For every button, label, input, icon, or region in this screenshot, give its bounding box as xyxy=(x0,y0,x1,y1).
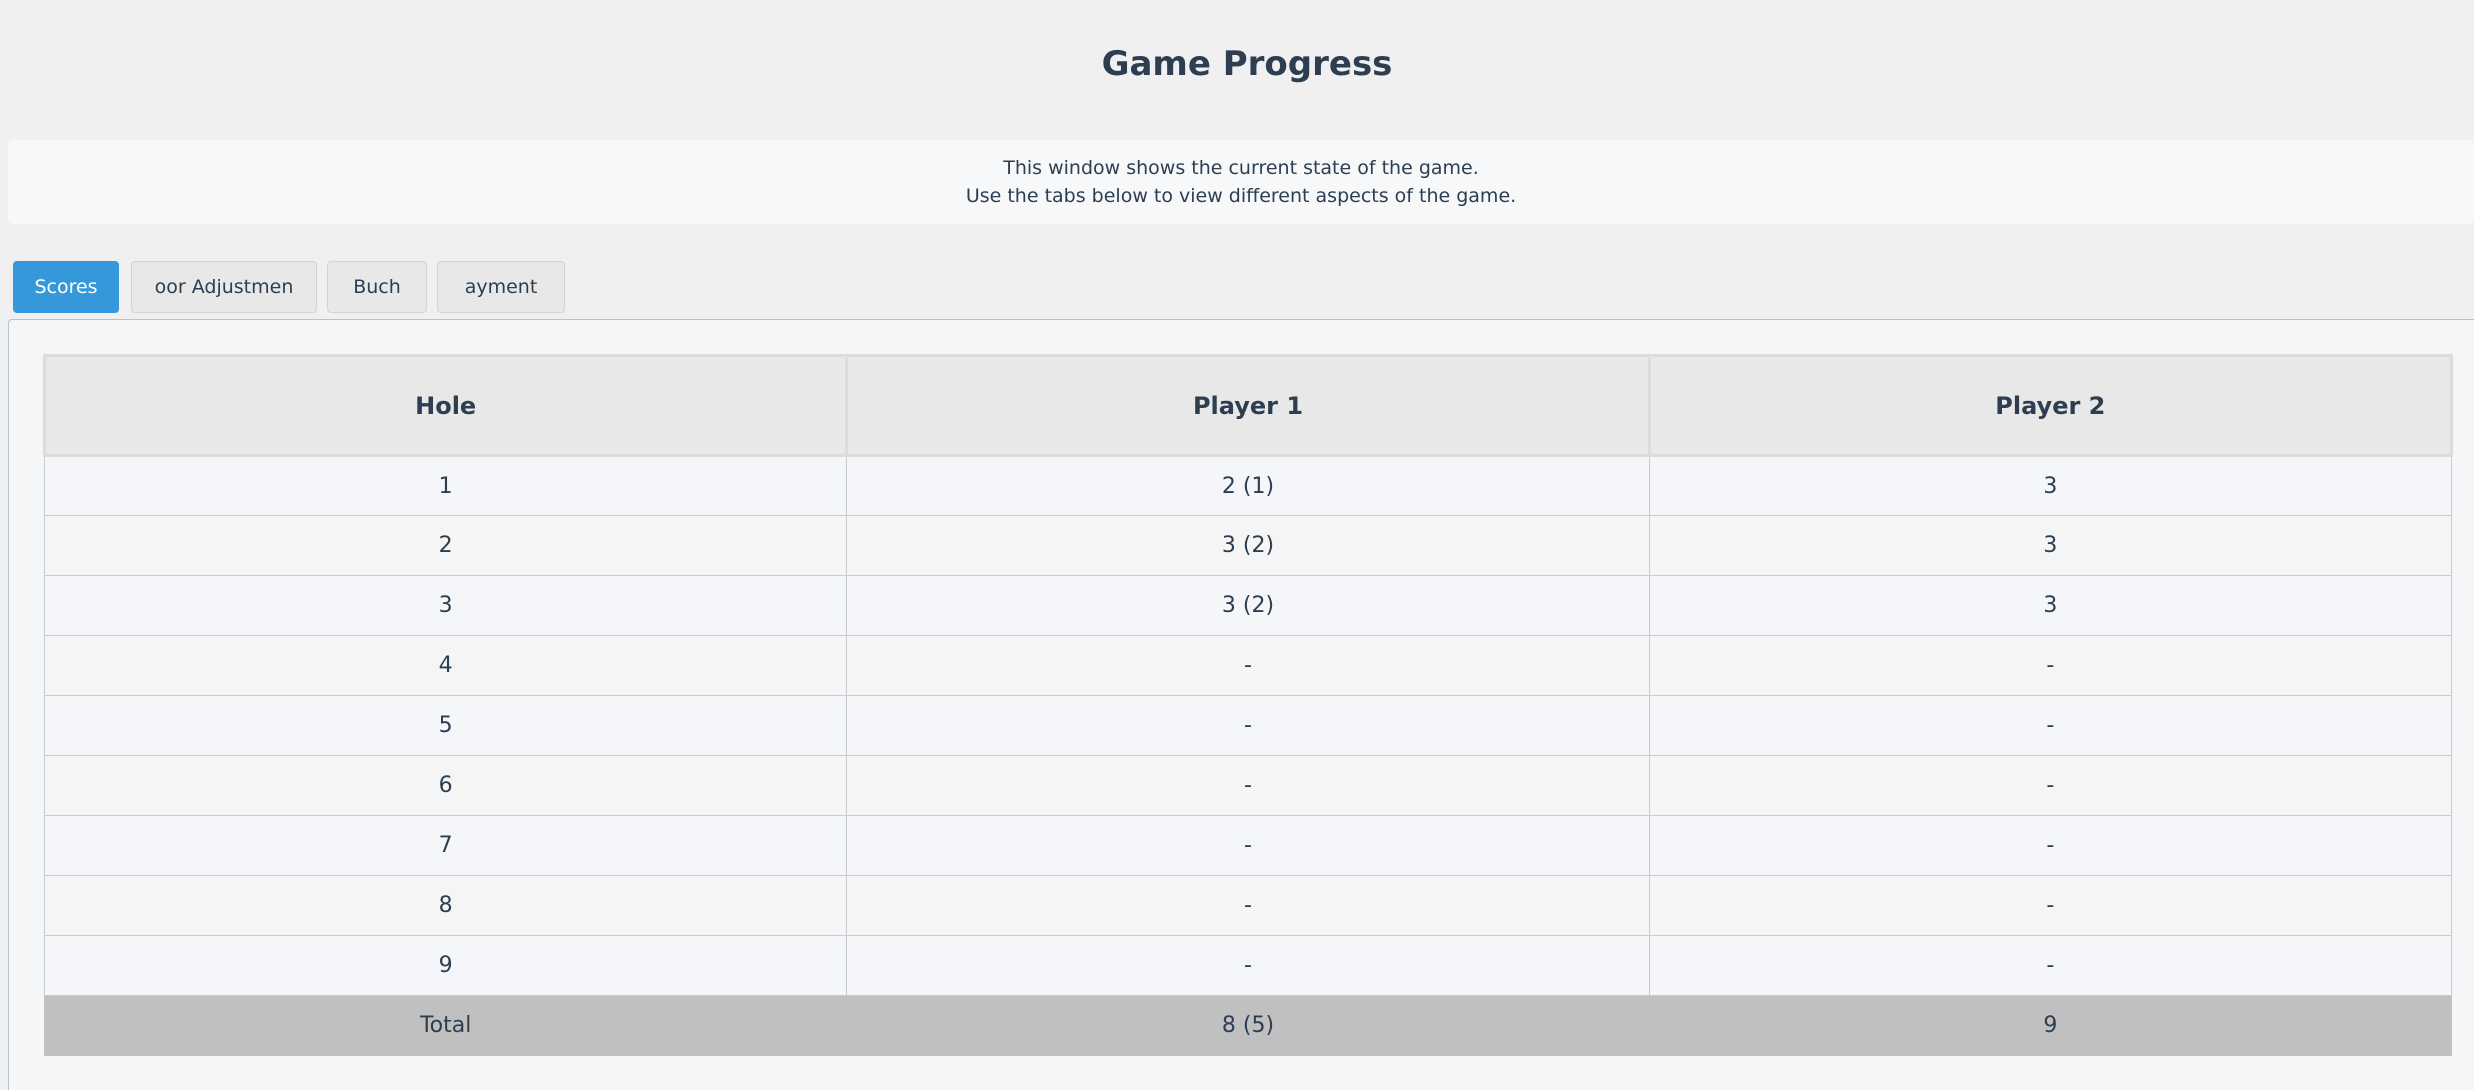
info-box: This window shows the current state of t… xyxy=(8,140,2474,224)
player-1-cell: 2 (1) xyxy=(846,455,1650,516)
table-row: 8 - - xyxy=(43,875,2453,936)
scores-panel: Hole Player 1 Player 2 1 2 (1) 3 2 3 (2)… xyxy=(8,319,2474,1090)
column-header-player-2: Player 2 xyxy=(1647,354,2454,457)
player-2-cell: - xyxy=(1648,815,2453,876)
hole-cell: 2 xyxy=(43,515,848,576)
hole-cell: 7 xyxy=(43,815,848,876)
player-2-cell: - xyxy=(1648,755,2453,816)
tab-label: Scores xyxy=(34,276,98,298)
player-2-cell: 3 xyxy=(1648,455,2453,516)
hole-cell: 8 xyxy=(43,875,848,936)
tab-scores[interactable]: Scores xyxy=(13,261,119,313)
table-row: 4 - - xyxy=(43,635,2453,696)
table-row: 9 - - xyxy=(43,935,2453,996)
info-line: Use the tabs below to view different asp… xyxy=(965,185,1517,207)
table-row: 7 - - xyxy=(43,815,2453,876)
scores-table: Hole Player 1 Player 2 1 2 (1) 3 2 3 (2)… xyxy=(42,354,2454,1056)
hole-cell: 1 xyxy=(43,455,848,516)
column-header-player-1: Player 1 xyxy=(845,354,1651,457)
table-row: 1 2 (1) 3 xyxy=(43,455,2453,516)
table-header-row: Hole Player 1 Player 2 xyxy=(42,354,2454,457)
info-line: This window shows the current state of t… xyxy=(1003,157,1479,179)
player-1-cell: - xyxy=(846,695,1650,756)
player-1-cell: 3 (2) xyxy=(846,515,1650,576)
player-2-cell: - xyxy=(1648,635,2453,696)
table-row: 6 - - xyxy=(43,755,2453,816)
table-row: 3 3 (2) 3 xyxy=(43,575,2453,636)
hole-cell: 3 xyxy=(43,575,848,636)
column-header-hole: Hole xyxy=(42,354,849,457)
hole-cell: 9 xyxy=(43,935,848,996)
player-1-cell: - xyxy=(846,635,1650,696)
hole-cell: 5 xyxy=(43,695,848,756)
hole-cell: 6 xyxy=(43,755,848,816)
player-1-cell: - xyxy=(846,815,1650,876)
page-title: Game Progress xyxy=(1101,44,1393,84)
player-2-cell: 3 xyxy=(1648,515,2453,576)
total-row: Total 8 (5) 9 xyxy=(43,995,2453,1056)
hole-cell: 4 xyxy=(43,635,848,696)
tab-buch[interactable]: Buch xyxy=(327,261,427,313)
table-row: 5 - - xyxy=(43,695,2453,756)
player-2-cell: - xyxy=(1648,875,2453,936)
tab-payment[interactable]: ayment xyxy=(437,261,565,313)
player-1-cell: - xyxy=(846,935,1650,996)
player-2-cell: 3 xyxy=(1648,575,2453,636)
tab-label: ayment xyxy=(464,276,538,298)
player-1-cell: 3 (2) xyxy=(846,575,1650,636)
player-2-total: 9 xyxy=(1648,995,2453,1056)
player-2-cell: - xyxy=(1648,695,2453,756)
tab-label: Buch xyxy=(353,276,401,298)
player-1-cell: - xyxy=(846,875,1650,936)
player-1-total: 8 (5) xyxy=(846,995,1650,1056)
tab-poor-adjustment[interactable]: oor Adjustmen xyxy=(131,261,317,313)
table-row: 2 3 (2) 3 xyxy=(43,515,2453,576)
player-1-cell: - xyxy=(846,755,1650,816)
player-2-cell: - xyxy=(1648,935,2453,996)
total-label: Total xyxy=(43,995,848,1056)
tab-label: oor Adjustmen xyxy=(154,276,294,298)
